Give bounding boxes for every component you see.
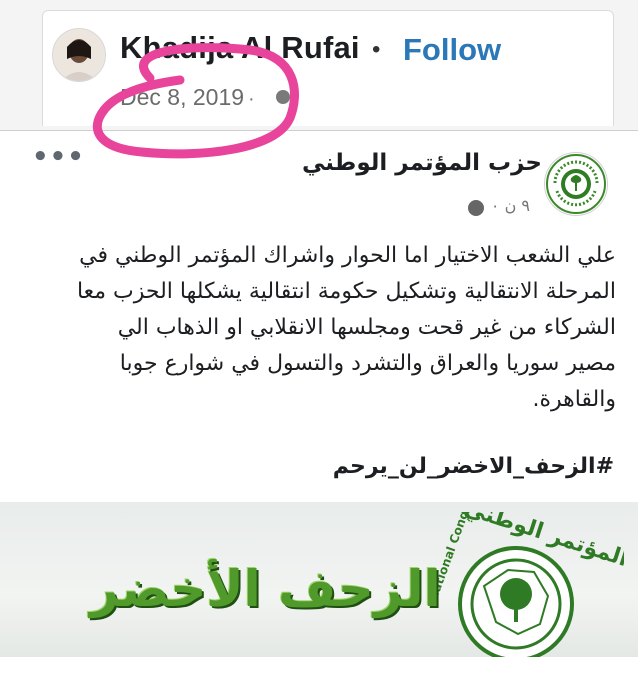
name-separator: • <box>372 36 381 63</box>
post-body-line: علي الشعب الاختيار اما الحوار واشراك الم… <box>79 243 616 268</box>
post-date-text: Dec 8, 2019 <box>120 84 245 110</box>
author-avatar[interactable] <box>52 28 106 82</box>
author-name[interactable]: Khadija Al Rufai <box>120 30 360 66</box>
hashtag-link[interactable]: #الزحف_الاخضر_لن_يرحم <box>333 454 614 479</box>
national-congress-logo-icon[interactable] <box>544 152 608 216</box>
more-options-icon[interactable]: ••• <box>32 142 85 172</box>
post-body-line: مصير سوريا والعراق والتشرد والتسول في شو… <box>119 351 616 376</box>
page-name[interactable]: حزب المؤتمر الوطني <box>302 150 542 176</box>
post-body: علي الشعب الاختيار اما الحوار واشراك الم… <box>16 238 616 418</box>
date-separator: · <box>248 88 255 110</box>
banner-slogan: الزحف الأخضر <box>90 560 441 618</box>
party-emblem-icon: المؤتمر الوطني National Congress <box>426 512 624 657</box>
post-body-line: المرحلة الانتقالية وتشكيل حكومة انتقالية… <box>76 279 616 304</box>
post-meta[interactable]: ٩ ن ٠ <box>491 196 530 215</box>
post-body-line: الشركاء من غير قحت ومجلسها الانقلابي او … <box>117 315 616 340</box>
post-body-line: والقاهرة. <box>532 387 616 412</box>
globe-icon <box>276 90 290 104</box>
globe-icon <box>468 200 484 216</box>
bottom-edge <box>0 657 638 680</box>
post-date[interactable]: Dec 8, 2019 · <box>120 84 255 111</box>
follow-button[interactable]: Follow <box>403 32 501 68</box>
avatar-photo-icon <box>53 29 105 81</box>
